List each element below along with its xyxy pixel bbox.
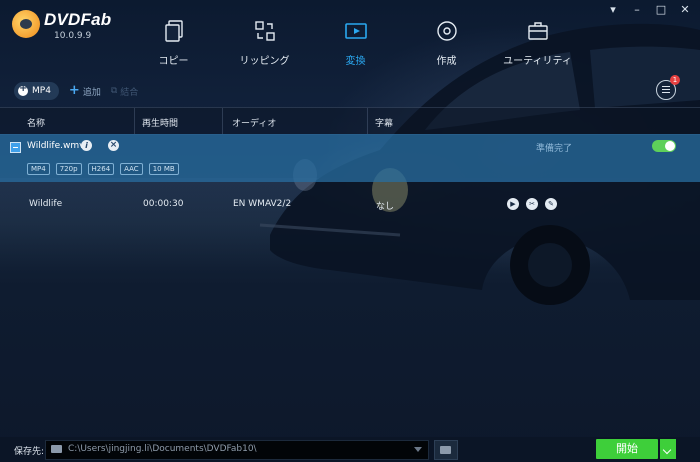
column-name[interactable]: 名称 — [27, 116, 45, 129]
nav-ripper[interactable]: リッピング — [219, 20, 310, 67]
close-icon[interactable]: ✕ — [678, 4, 692, 16]
main-nav: コピー リッピング 変換 作成 ユーティリティ — [128, 20, 583, 67]
add-profile-icon — [18, 83, 28, 96]
dvdfab-logo-icon — [12, 10, 40, 38]
add-button[interactable]: + 追加 — [68, 83, 101, 98]
nav-label: コピー — [158, 56, 189, 67]
nav-label: ユーティリティ — [503, 56, 572, 67]
nav-creator[interactable]: 作成 — [401, 20, 492, 67]
app-version: 10.0.9.9 — [54, 31, 92, 41]
track-name: Wildlife — [29, 199, 63, 209]
column-header: 名称 再生時間 オーディオ 字幕 — [0, 107, 700, 135]
nav-copy[interactable]: コピー — [128, 20, 219, 67]
output-profile-tags: MP4 720p H264 AAC 10 MB — [27, 163, 179, 175]
column-duration[interactable]: 再生時間 — [142, 116, 178, 129]
column-audio[interactable]: オーディオ — [232, 116, 276, 129]
merge-icon: ⧉ — [110, 86, 118, 96]
utility-icon — [527, 22, 548, 40]
play-icon[interactable]: ▶ — [507, 198, 519, 210]
track-duration: 00:00:30 — [143, 199, 184, 209]
creator-icon — [436, 21, 457, 41]
edit-icon[interactable]: ✎ — [545, 198, 557, 210]
save-to-label: 保存先: — [14, 447, 45, 457]
minimize-icon[interactable]: – — [630, 4, 644, 16]
trim-icon[interactable]: ✂ — [526, 198, 538, 210]
window-controls: ▾ – □ ✕ — [606, 4, 692, 16]
tag-audio-codec: AAC — [120, 163, 143, 175]
file-item[interactable]: Wildlife.wmv i × MP4 720p H264 AAC 10 MB… — [0, 134, 700, 182]
toolbar: MP4 + 追加 ⧉ 結合 — [14, 82, 138, 100]
output-path-field[interactable]: C:\Users\jingjing.li\Documents\DVDFab10\ — [45, 440, 429, 460]
nav-label: リッピング — [239, 56, 290, 67]
track-subtitle[interactable]: なし — [376, 199, 394, 212]
nav-label: 変換 — [345, 56, 366, 67]
file-checkbox[interactable] — [10, 142, 21, 153]
nav-converter[interactable]: 変換 — [310, 20, 401, 67]
converter-icon — [344, 23, 367, 39]
bottom-bar: 保存先: C:\Users\jingjing.li\Documents\DVDF… — [0, 437, 700, 462]
maximize-icon[interactable]: □ — [654, 4, 668, 16]
add-label: 追加 — [82, 87, 101, 98]
merge-button[interactable]: ⧉ 結合 — [111, 85, 138, 98]
enable-toggle[interactable] — [652, 140, 676, 152]
info-icon[interactable]: i — [81, 140, 92, 151]
folder-icon — [440, 446, 451, 454]
start-options-dropdown[interactable] — [660, 439, 676, 459]
pin-icon[interactable]: ▾ — [606, 4, 620, 16]
track-audio[interactable]: EN WMAV2/2 — [233, 199, 291, 209]
merge-label: 結合 — [120, 87, 139, 98]
start-button[interactable]: 開始 — [596, 439, 658, 459]
browse-folder-button[interactable] — [434, 440, 458, 460]
tag-video-codec: H264 — [87, 163, 115, 175]
output-path-text: C:\Users\jingjing.li\Documents\DVDFab10\ — [68, 444, 257, 454]
task-count-badge: 1 — [670, 75, 680, 85]
file-name: Wildlife.wmv — [27, 141, 85, 151]
plus-icon: + — [68, 83, 80, 98]
column-subtitle[interactable]: 字幕 — [375, 116, 393, 129]
path-dropdown-icon[interactable] — [414, 447, 422, 452]
remove-file-icon[interactable]: × — [108, 140, 119, 151]
app-logo: DVDFab 10.0.9.9 — [12, 10, 111, 41]
copy-icon — [164, 20, 183, 42]
folder-icon — [51, 445, 62, 453]
profile-format-button[interactable]: MP4 — [14, 82, 59, 100]
nav-utility[interactable]: ユーティリティ — [492, 20, 583, 67]
status-text: 準備完了 — [536, 144, 573, 154]
tag-format: MP4 — [27, 163, 50, 175]
nav-label: 作成 — [436, 56, 457, 67]
app-name: DVDFab — [44, 10, 112, 29]
profile-format-label: MP4 — [32, 86, 51, 96]
tag-resolution: 720p — [55, 163, 82, 175]
ripper-icon — [254, 21, 275, 41]
tag-size: 10 MB — [148, 163, 179, 175]
task-queue-button[interactable]: 1 — [656, 75, 680, 100]
track-row[interactable]: Wildlife 00:00:30 EN WMAV2/2 なし ▶ ✂ ✎ — [0, 195, 700, 215]
